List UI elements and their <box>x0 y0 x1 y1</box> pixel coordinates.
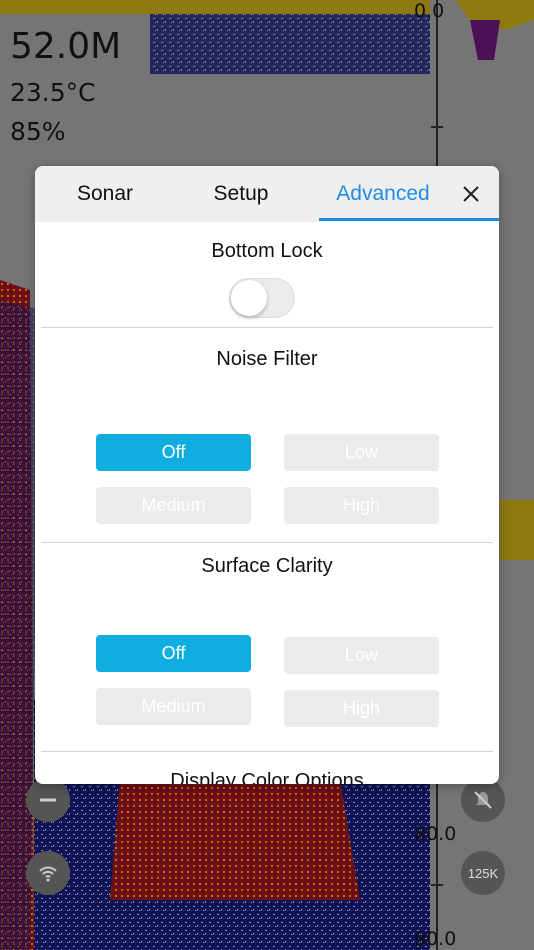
scale-label-top: 0.0 <box>414 0 445 22</box>
noise-filter-low-button[interactable]: Low <box>284 434 439 471</box>
scale-label-bottom: 90.0 <box>414 928 457 950</box>
bottom-lock-toggle[interactable] <box>229 278 295 318</box>
alarm-button[interactable] <box>461 778 505 822</box>
scale-tick <box>431 126 443 128</box>
settings-dialog: Sonar Setup Advanced Bottom Lock Noise F… <box>35 166 499 784</box>
toggle-knob <box>231 280 267 316</box>
surface-clarity-high-button[interactable]: High <box>284 690 439 727</box>
noise-filter-high-button[interactable]: High <box>284 487 439 524</box>
surface-clarity-title: Surface Clarity <box>201 555 333 577</box>
zoom-out-button[interactable] <box>26 778 70 822</box>
settings-tab-bar: Sonar Setup Advanced <box>35 166 499 222</box>
close-icon <box>463 186 479 202</box>
surface-clarity-medium-button[interactable]: Medium <box>96 688 251 725</box>
section-divider <box>41 542 493 543</box>
frequency-button[interactable]: 125K <box>461 851 505 895</box>
noise-filter-medium-button[interactable]: Medium <box>96 487 251 524</box>
connection-button[interactable] <box>26 851 70 895</box>
section-divider <box>41 751 493 752</box>
noise-filter-title: Noise Filter <box>216 348 318 370</box>
temperature-readout: 23.5°C <box>10 78 96 107</box>
close-button[interactable] <box>453 176 489 212</box>
surface-clarity-off-button[interactable]: Off <box>96 635 251 672</box>
minus-icon <box>40 798 56 802</box>
scale-label-mid: 80.0 <box>414 823 457 845</box>
tab-advanced[interactable]: Advanced <box>319 166 447 222</box>
surface-clarity-low-button[interactable]: Low <box>284 637 439 674</box>
active-tab-indicator <box>319 218 499 221</box>
display-color-options-title: Display Color Options <box>170 770 364 784</box>
scale-tick <box>431 884 443 886</box>
gain-readout: 85% <box>10 117 66 146</box>
tab-sonar[interactable]: Sonar <box>35 166 175 222</box>
wifi-icon <box>39 866 57 882</box>
noise-filter-off-button[interactable]: Off <box>96 434 251 471</box>
bottom-lock-title: Bottom Lock <box>211 240 323 262</box>
bell-off-icon <box>474 791 492 809</box>
section-divider <box>41 327 493 328</box>
tab-setup[interactable]: Setup <box>175 166 307 222</box>
depth-readout: 52.0M <box>10 26 122 67</box>
